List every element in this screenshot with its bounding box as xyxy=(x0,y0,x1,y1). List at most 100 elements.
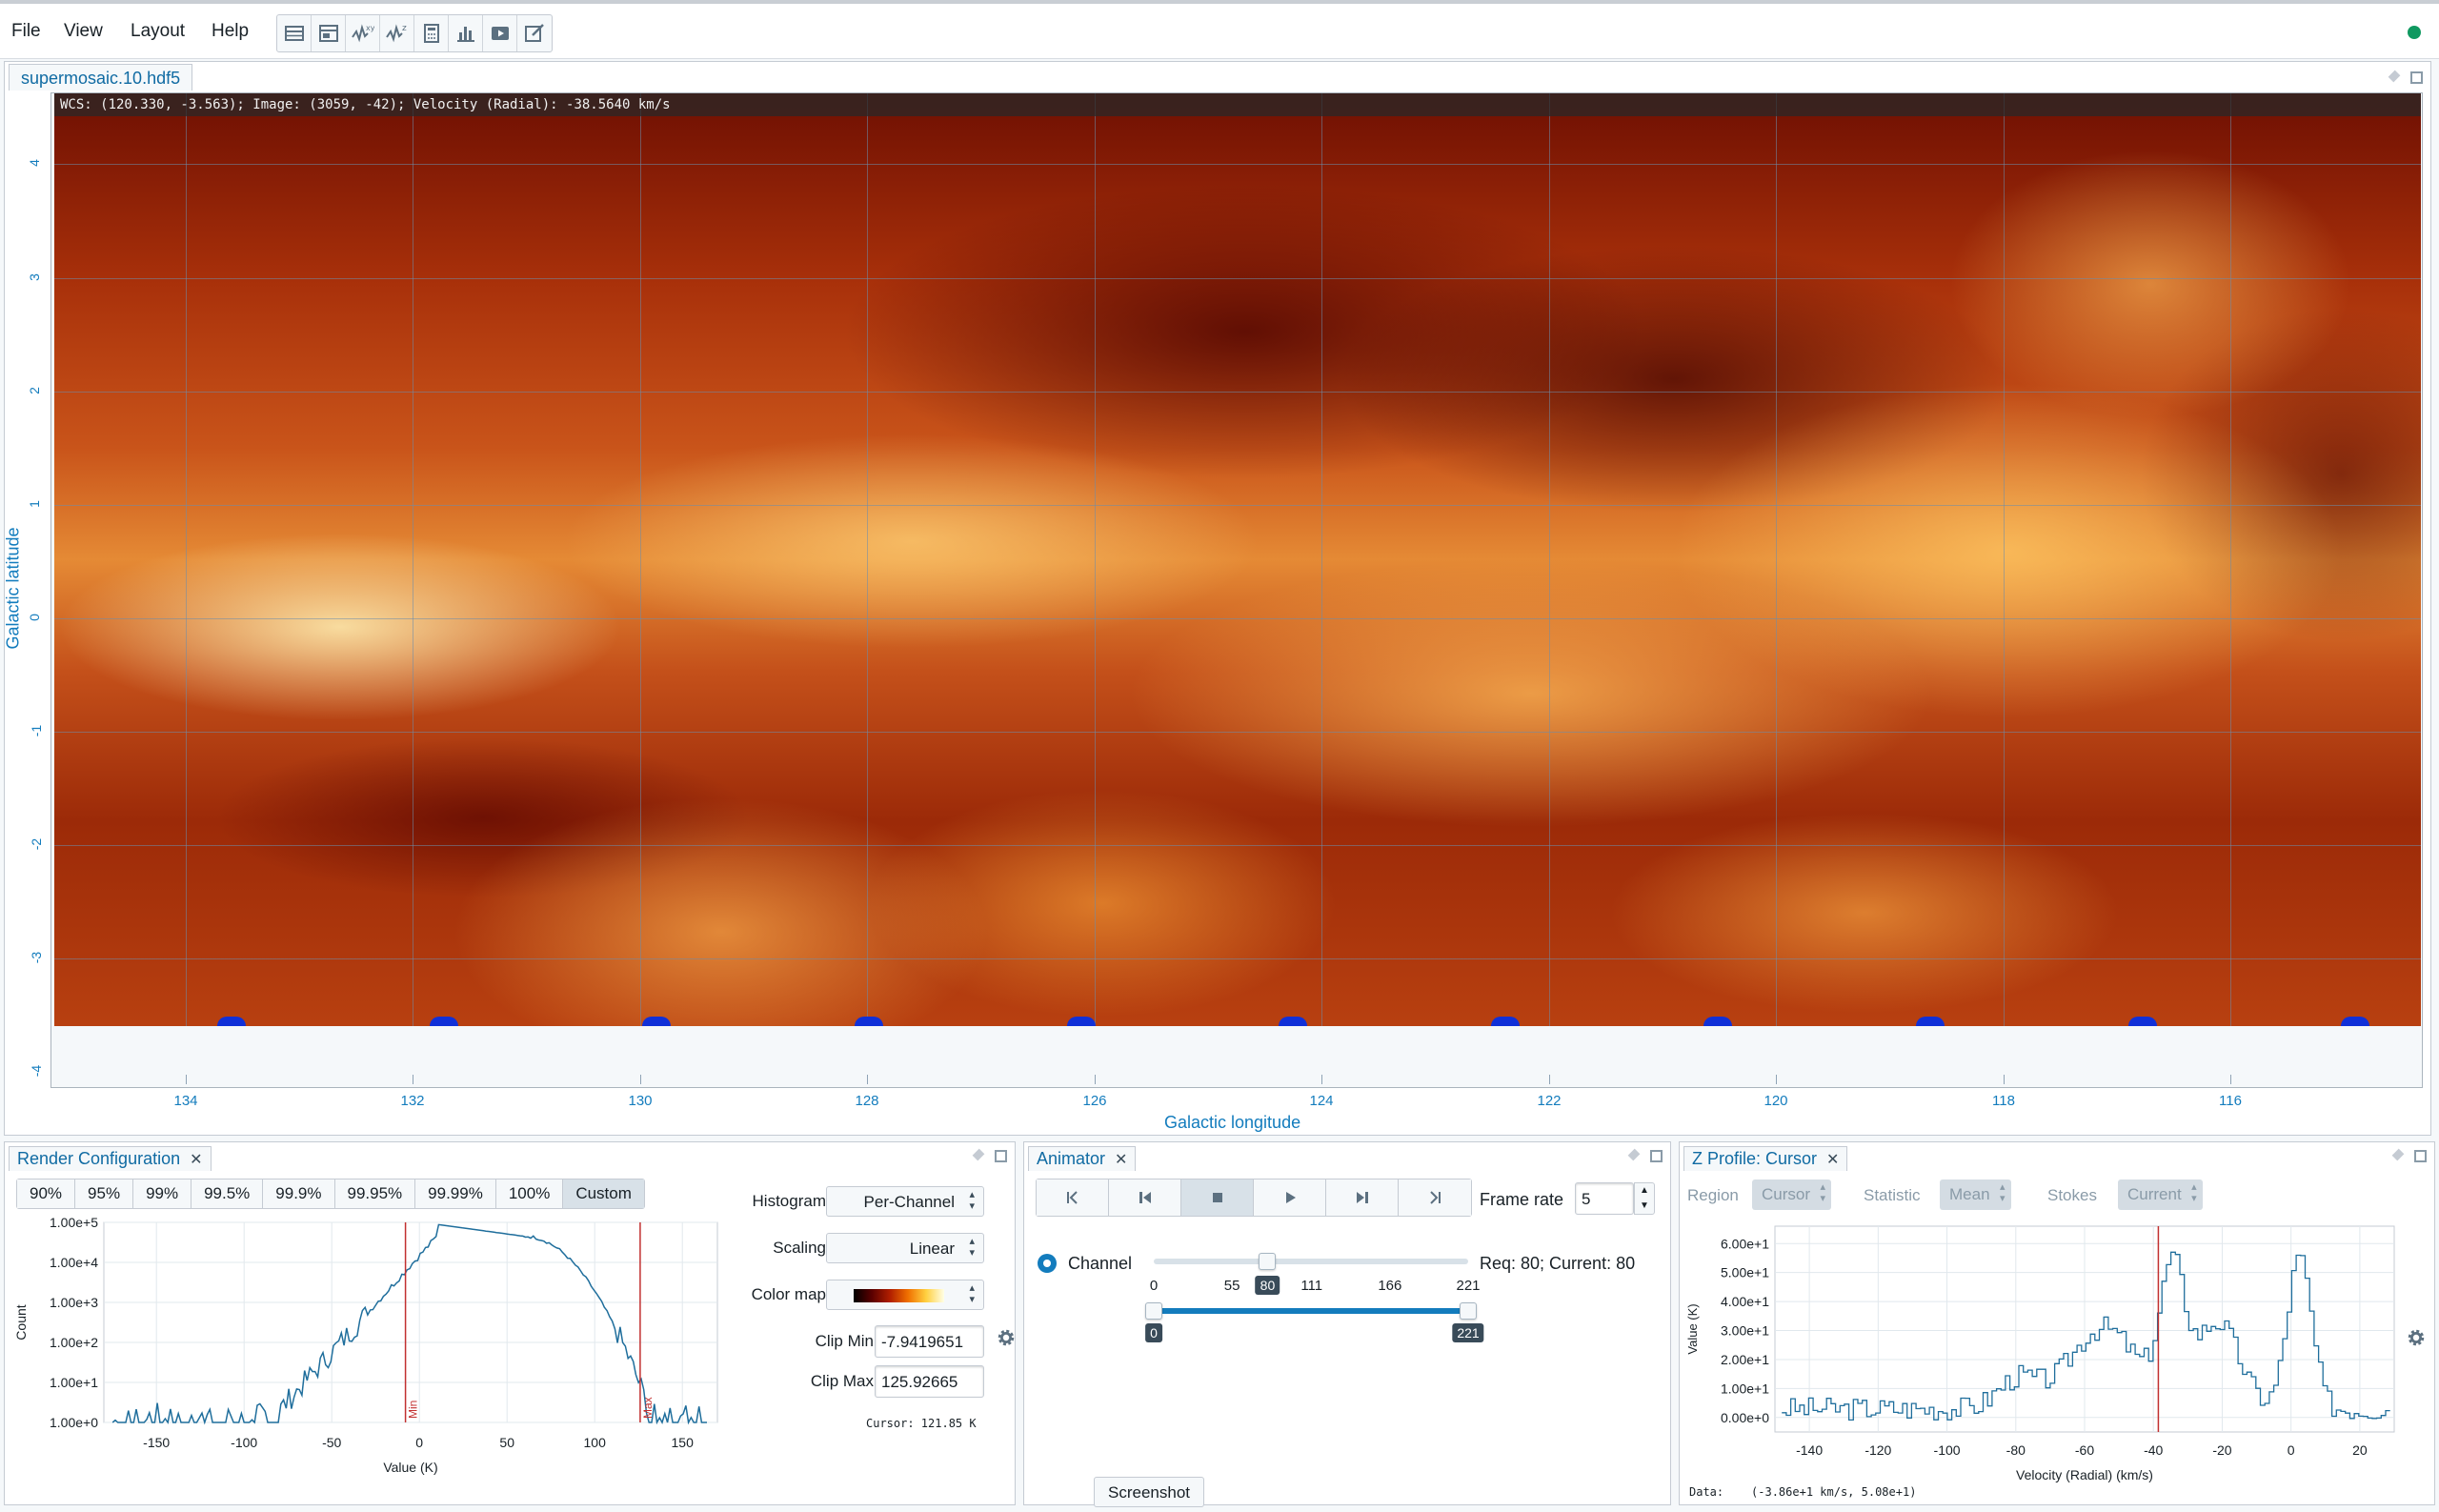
x-tick-label: 134 xyxy=(173,1093,198,1109)
percentile-button-4[interactable]: 99.9% xyxy=(263,1179,335,1208)
menu-layout[interactable]: Layout xyxy=(131,21,185,42)
layout-icon[interactable] xyxy=(312,15,346,51)
first-frame-button[interactable] xyxy=(1037,1179,1109,1216)
statistic-select-value: Mean xyxy=(1949,1185,1990,1203)
scaling-label: Scaling xyxy=(773,1239,826,1257)
viewer-tab[interactable]: supermosaic.10.hdf5 xyxy=(9,64,193,91)
percentile-button-3[interactable]: 99.5% xyxy=(191,1179,264,1208)
animator-icon[interactable] xyxy=(483,15,517,51)
animator-tab[interactable]: Animator ✕ xyxy=(1028,1146,1137,1171)
menu-file[interactable]: File xyxy=(11,21,41,42)
region-select[interactable]: Cursor xyxy=(1752,1179,1832,1210)
channel-value-badge: 80 xyxy=(1255,1276,1280,1295)
grid-line-longitude xyxy=(867,93,868,1026)
menu-help[interactable]: Help xyxy=(212,21,249,42)
clip-min-input[interactable]: -7.9419651 xyxy=(875,1325,984,1358)
mosaic-edge-marker xyxy=(1491,1017,1520,1026)
channel-slider-handle[interactable] xyxy=(1259,1253,1277,1270)
histogram-x-tick-label: -50 xyxy=(322,1435,341,1450)
range-max-handle[interactable] xyxy=(1460,1302,1477,1320)
edit-icon[interactable] xyxy=(517,15,552,51)
mosaic-edge-marker xyxy=(1703,1017,1732,1026)
channel-radio[interactable] xyxy=(1038,1254,1057,1273)
pin-icon[interactable] xyxy=(2388,71,2401,85)
maximize-icon[interactable] xyxy=(2414,1150,2427,1162)
close-icon[interactable]: ✕ xyxy=(190,1150,202,1169)
mosaic-edge-marker xyxy=(855,1017,883,1026)
z-profile-tab[interactable]: Z Profile: Cursor ✕ xyxy=(1683,1146,1848,1171)
close-icon[interactable]: ✕ xyxy=(1826,1150,1839,1169)
z-profile-y-axis-title: Value (K) xyxy=(1685,1303,1700,1354)
pin-icon[interactable] xyxy=(972,1150,985,1163)
pin-icon[interactable] xyxy=(2391,1150,2405,1163)
grid-line-latitude xyxy=(54,392,2421,393)
render-config-panel: Render Configuration ✕ 90% 95% 99% 99.5% 99.… xyxy=(4,1141,1016,1505)
menu-view[interactable]: View xyxy=(64,21,103,42)
animator-tab-label: Animator xyxy=(1037,1149,1106,1168)
z-sup: z xyxy=(402,24,407,33)
percentile-button-0[interactable]: 90% xyxy=(17,1179,76,1208)
range-min-badge: 0 xyxy=(1145,1323,1162,1342)
histogram-select[interactable]: Per-Channel xyxy=(826,1186,984,1217)
z-profile-y-tick-label: 6.00e+1 xyxy=(1721,1236,1769,1251)
percentile-button-7[interactable]: 100% xyxy=(495,1179,564,1208)
maximize-icon[interactable] xyxy=(2410,71,2423,84)
grid-line-longitude xyxy=(2230,93,2231,1026)
z-profile-icon[interactable]: z xyxy=(380,15,414,51)
z-profile-x-tick-label: 20 xyxy=(2352,1442,2368,1458)
calculator-icon[interactable] xyxy=(414,15,449,51)
percentile-button-8[interactable]: Custom xyxy=(563,1179,644,1208)
clip-max-label: Clip Max xyxy=(810,1372,874,1390)
last-frame-button[interactable] xyxy=(1399,1179,1471,1216)
maximize-icon[interactable] xyxy=(1650,1150,1663,1162)
grid-line-latitude xyxy=(54,618,2421,619)
next-frame-button[interactable] xyxy=(1326,1179,1399,1216)
image-canvas[interactable] xyxy=(54,93,2421,1026)
previous-frame-button[interactable] xyxy=(1109,1179,1181,1216)
percentile-button-6[interactable]: 99.99% xyxy=(415,1179,496,1208)
x-tick-mark xyxy=(2004,1075,2005,1084)
gear-icon[interactable] xyxy=(2406,1327,2427,1348)
range-min-handle[interactable] xyxy=(1145,1302,1162,1320)
histogram-x-tick-label: 150 xyxy=(672,1435,695,1450)
x-tick-label: 128 xyxy=(855,1093,879,1109)
table-icon[interactable] xyxy=(277,15,312,51)
render-config-tab[interactable]: Render Configuration ✕ xyxy=(9,1146,212,1171)
stokes-select[interactable]: Current xyxy=(2118,1179,2203,1210)
frame-rate-input[interactable]: 5 xyxy=(1575,1182,1634,1215)
colormap-swatch xyxy=(854,1289,944,1302)
stop-button[interactable] xyxy=(1181,1179,1254,1216)
pin-icon[interactable] xyxy=(1627,1150,1641,1163)
grid-line-longitude xyxy=(1095,93,1096,1026)
colormap-select[interactable] xyxy=(826,1280,984,1310)
z-profile-y-tick-label: 3.00e+1 xyxy=(1721,1323,1769,1339)
mosaic-edge-marker xyxy=(2128,1017,2157,1026)
z-profile-data-text: Data: (-3.86e+1 km/s, 5.08e+1) xyxy=(1689,1485,1917,1499)
histogram-y-axis-title: Count xyxy=(13,1304,29,1340)
statistic-select[interactable]: Mean xyxy=(1940,1179,2011,1210)
channel-slider-tick-label: 111 xyxy=(1300,1278,1323,1294)
percentile-button-2[interactable]: 99% xyxy=(133,1179,192,1208)
histogram-icon[interactable] xyxy=(449,15,483,51)
maximize-icon[interactable] xyxy=(995,1150,1007,1162)
frame-rate-value: 5 xyxy=(1582,1190,1591,1208)
x-tick-label: 122 xyxy=(1537,1093,1562,1109)
z-profile-x-tick-label: -80 xyxy=(2006,1442,2026,1458)
channel-label: Channel xyxy=(1068,1254,1133,1273)
histogram-chart[interactable]: 1.00e+5 1.00e+4 1.00e+3 1.00e+2 1.00e+1 1.00e… xyxy=(5,1215,729,1501)
z-profile-chart[interactable]: 6.00e+1 5.00e+1 4.00e+1 3.00e+1 2.00e+1 1.00e… xyxy=(1680,1222,2404,1504)
mosaic-edge-marker xyxy=(430,1017,458,1026)
clip-max-input[interactable]: 125.92665 xyxy=(875,1365,984,1398)
gear-icon[interactable] xyxy=(996,1327,1017,1348)
close-icon[interactable]: ✕ xyxy=(1115,1150,1127,1169)
menu-bar: File View Layout Help xy z xyxy=(0,0,2439,59)
percentile-button-5[interactable]: 99.95% xyxy=(334,1179,416,1208)
xy-profile-icon[interactable]: xy xyxy=(346,15,380,51)
play-button[interactable] xyxy=(1254,1179,1326,1216)
scaling-select[interactable]: Linear xyxy=(826,1233,984,1263)
screenshot-button[interactable]: Screenshot xyxy=(1094,1477,1204,1507)
percentile-button-1[interactable]: 95% xyxy=(75,1179,134,1208)
z-profile-x-tick-label: -100 xyxy=(1934,1442,1961,1458)
clip-min-marker-label: Min xyxy=(407,1401,420,1419)
frame-rate-stepper[interactable]: ▲ ▼ xyxy=(1634,1182,1655,1215)
